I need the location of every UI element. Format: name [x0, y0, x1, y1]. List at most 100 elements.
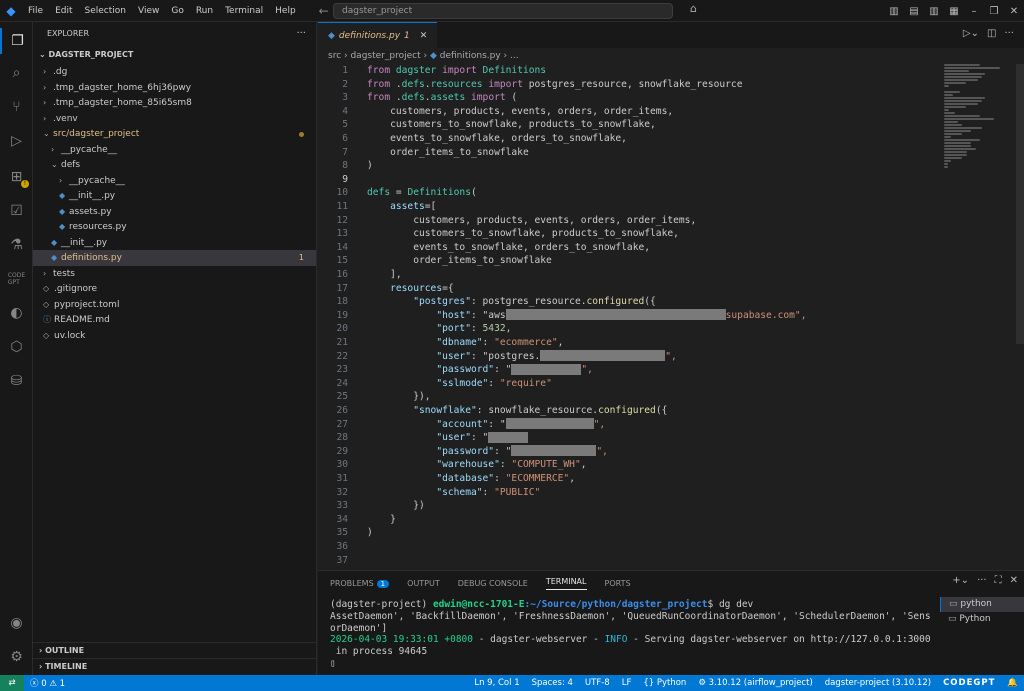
codegpt-status[interactable]: CODEGPT: [937, 678, 1001, 688]
terminal-output[interactable]: (dagster-project) edwin@ncc-1701-E:~/Sou…: [330, 599, 931, 670]
containers-icon[interactable]: ⬡: [0, 334, 33, 360]
breadcrumb-item[interactable]: definitions.py: [440, 51, 501, 61]
breadcrumb-item[interactable]: src: [328, 51, 341, 61]
tree-item[interactable]: › .dg: [33, 64, 316, 80]
run-file-icon[interactable]: ▷⌄: [963, 28, 979, 39]
toggle-sidebar-icon[interactable]: ▥: [884, 6, 904, 17]
flask-icon[interactable]: ⚗: [0, 232, 33, 258]
tree-item[interactable]: › .venv: [33, 111, 316, 127]
remote-icon[interactable]: ⇄: [0, 675, 24, 691]
environment[interactable]: dagster-project (3.10.12): [819, 678, 937, 688]
terminal-instance[interactable]: ▭ Python: [940, 612, 1024, 627]
line-ending[interactable]: LF: [616, 678, 638, 688]
project-root[interactable]: ⌄ DAGSTER_PROJECT: [33, 46, 316, 64]
menu-terminal[interactable]: Terminal: [219, 0, 269, 22]
tree-item[interactable]: › __pycache__: [33, 142, 316, 158]
database-icon[interactable]: ⛁: [0, 368, 33, 394]
panel-tab-ports[interactable]: PORTS: [605, 579, 631, 588]
notifications-icon[interactable]: 🔔: [1001, 678, 1024, 688]
panel-tab-output[interactable]: OUTPUT: [407, 579, 440, 588]
tree-item[interactable]: ◇ uv.lock: [33, 328, 316, 344]
tree-item[interactable]: ◆ __init__.py: [33, 188, 316, 204]
panel-tab-problems[interactable]: PROBLEMS 1: [330, 579, 390, 588]
tree-item[interactable]: ◆ resources.py: [33, 219, 316, 235]
tree-item-label: __pycache__: [61, 144, 117, 155]
language-mode[interactable]: {} Python: [637, 678, 692, 688]
maximize-icon[interactable]: ❐: [984, 6, 1004, 17]
close-tab-icon[interactable]: ✕: [420, 31, 428, 41]
panel-tab-terminal[interactable]: TERMINAL: [545, 577, 587, 590]
codegpt-icon[interactable]: CODE GPT: [0, 266, 33, 292]
menu-view[interactable]: View: [132, 0, 165, 22]
terminal-instance[interactable]: ▭ python: [940, 597, 1024, 612]
breadcrumb-item[interactable]: dagster_project: [350, 51, 420, 61]
edge-icon[interactable]: ◐: [0, 300, 33, 326]
toggle-panel-icon[interactable]: ▤: [904, 6, 924, 17]
maximize-panel-icon[interactable]: ⛶: [995, 575, 1002, 586]
back-arrow-icon[interactable]: ←: [316, 4, 332, 18]
modified-dot: [299, 132, 304, 137]
close-window-icon[interactable]: ✕: [1004, 6, 1024, 17]
tree-item[interactable]: ◆ assets.py: [33, 204, 316, 220]
menu-help[interactable]: Help: [269, 0, 302, 22]
menu-run[interactable]: Run: [190, 0, 219, 22]
line-number: 23: [336, 364, 348, 376]
toggle-secondary-sidebar-icon[interactable]: ▥: [924, 6, 944, 17]
interpreter[interactable]: ⚙ 3.10.12 (airflow_project): [692, 678, 818, 688]
tree-item[interactable]: ◆ definitions.py 1: [33, 250, 316, 266]
line-number: 11: [336, 201, 348, 212]
menu-selection[interactable]: Selection: [79, 0, 132, 22]
breadcrumb-separator: ›: [420, 51, 430, 61]
code-editor[interactable]: 1 from dagster import Definitions 2 from .d…: [318, 64, 948, 570]
menu-file[interactable]: File: [22, 0, 49, 22]
encoding[interactable]: UTF-8: [579, 678, 616, 688]
search-icon[interactable]: ⌕: [0, 60, 33, 86]
run-debug-icon[interactable]: ▷: [0, 128, 33, 154]
tab-definitions-py[interactable]: ◆ definitions.py 1 ✕: [318, 22, 438, 48]
timeline-section[interactable]: › TIMELINE: [33, 658, 317, 673]
tree-item[interactable]: ◇ .gitignore: [33, 281, 316, 297]
tree-item[interactable]: › .tmp_dagster_home_85i65sm8: [33, 95, 316, 111]
extensions-icon[interactable]: ⊞!: [0, 164, 33, 190]
outline-section[interactable]: › OUTLINE: [33, 642, 317, 657]
panel-tab-debug-console[interactable]: DEBUG CONSOLE: [458, 579, 528, 588]
redacted-block: [505, 309, 726, 321]
menu-edit[interactable]: Edit: [49, 0, 78, 22]
layout-icon[interactable]: ▦: [944, 6, 964, 17]
minimize-icon[interactable]: –: [964, 6, 984, 17]
tab-label: definitions.py: [338, 30, 401, 41]
split-editor-icon[interactable]: ◫: [987, 28, 996, 39]
more-actions-icon[interactable]: ···: [296, 22, 306, 46]
tree-item[interactable]: › __pycache__: [33, 173, 316, 189]
account-icon[interactable]: ◉: [0, 610, 33, 636]
line-number: 14: [336, 241, 348, 253]
menu-go[interactable]: Go: [165, 0, 189, 22]
source-control-icon[interactable]: ⑂: [0, 94, 33, 120]
testing-icon[interactable]: ☑: [0, 198, 33, 224]
code-text: customers, products, events, orders, ord…: [367, 105, 674, 117]
more-actions-icon[interactable]: ···: [977, 575, 987, 586]
close-panel-icon[interactable]: ✕: [1010, 575, 1018, 586]
command-center-search[interactable]: dagster_project: [333, 3, 673, 19]
cursor-position[interactable]: Ln 9, Col 1: [468, 678, 525, 688]
tree-item[interactable]: ⓘ README.md: [33, 312, 316, 328]
settings-gear-icon[interactable]: ⚙: [0, 644, 33, 670]
tree-item[interactable]: › tests: [33, 266, 316, 282]
tree-item[interactable]: ⌄ src/dagster_project: [33, 126, 316, 142]
tree-item[interactable]: ⌄ defs: [33, 157, 316, 173]
minimap[interactable]: [944, 64, 1014, 168]
tree-item[interactable]: ◆ __init__.py: [33, 235, 316, 251]
tree-item[interactable]: › .tmp_dagster_home_6hj36pwy: [33, 80, 316, 96]
editor-scrollbar[interactable]: [1016, 64, 1024, 344]
copilot-icon[interactable]: ⌂: [690, 2, 697, 15]
code-line: 33 }): [318, 499, 938, 513]
code-text: "host": "aws supabase.com",: [436, 309, 807, 321]
indentation[interactable]: Spaces: 4: [526, 678, 579, 688]
tree-item[interactable]: ◇ pyproject.toml: [33, 297, 316, 313]
breadcrumb-item[interactable]: ...: [510, 51, 519, 61]
minimap-line: [944, 163, 948, 165]
problems-status[interactable]: ⓧ 0 ⚠ 1: [24, 677, 71, 689]
explorer-icon[interactable]: ❐: [0, 28, 33, 54]
new-terminal-icon[interactable]: +⌄: [952, 575, 969, 586]
more-actions-icon[interactable]: ···: [1004, 28, 1014, 39]
